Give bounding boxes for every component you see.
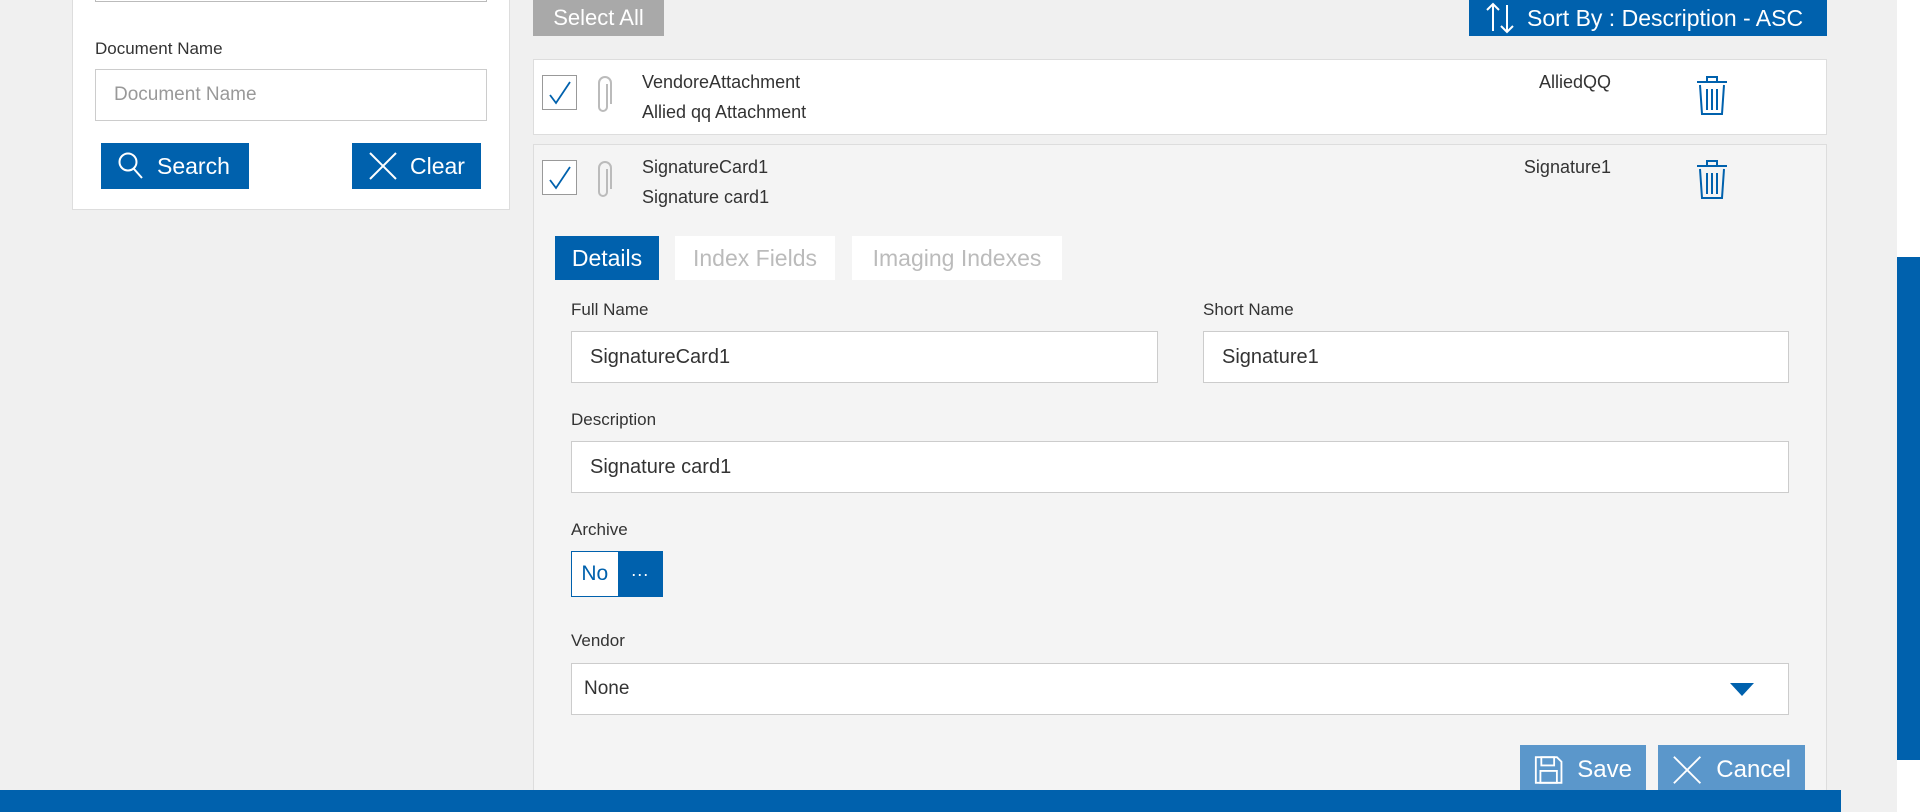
document-short-name: AlliedQQ — [1538, 72, 1611, 92]
scrollbar-thumb[interactable] — [1897, 257, 1920, 760]
sort-button[interactable]: Sort By : Description - ASC — [1469, 0, 1827, 36]
document-description: Signature card1 — [642, 187, 770, 207]
tab-imaging-indexes[interactable]: Imaging Indexes — [852, 236, 1062, 280]
short-name-input[interactable] — [1203, 331, 1789, 383]
archive-label: Archive — [571, 520, 628, 539]
save-button[interactable]: Save — [1520, 745, 1646, 795]
document-short-name: Signature1 — [1523, 157, 1611, 177]
row-checkbox[interactable] — [542, 75, 577, 110]
checkmark-icon — [548, 81, 571, 105]
document-row[interactable]: VendoreAttachment Allied qq Attachment A… — [533, 59, 1827, 135]
checkmark-icon — [548, 166, 571, 190]
row-checkbox[interactable] — [542, 160, 577, 195]
tab-index-fields[interactable]: Index Fields — [675, 236, 835, 280]
footer-bar — [0, 790, 1841, 812]
vendor-select[interactable]: None — [571, 663, 1789, 715]
save-button-label: Save — [1577, 756, 1632, 783]
search-button[interactable]: Search — [101, 143, 249, 189]
search-panel: Document Name Search Clear — [72, 0, 510, 210]
document-row-expanded: SignatureCard1 Signature card1 Signature… — [533, 144, 1827, 812]
clear-button-label: Clear — [410, 152, 465, 179]
x-icon — [1673, 756, 1702, 784]
clear-button[interactable]: Clear — [352, 143, 481, 189]
document-title: SignatureCard1 — [642, 157, 769, 177]
sort-button-label: Sort By : Description - ASC — [1527, 4, 1804, 31]
document-description: Allied qq Attachment — [642, 102, 807, 122]
description-label: Description — [571, 410, 657, 429]
paperclip-icon — [598, 76, 612, 112]
select-all-button[interactable]: Select All — [533, 0, 664, 36]
archive-more-button[interactable]: ··· — [617, 552, 662, 596]
full-name-input[interactable] — [571, 331, 1158, 383]
vendor-label: Vendor — [571, 631, 625, 650]
document-name-label: Document Name — [95, 39, 223, 58]
x-icon — [369, 152, 397, 180]
full-name-label: Full Name — [571, 300, 649, 319]
chevron-down-icon — [1730, 682, 1754, 696]
cancel-button-label: Cancel — [1716, 756, 1791, 783]
vendor-selected-value: None — [584, 678, 630, 699]
archive-value[interactable]: No — [572, 552, 618, 596]
trash-icon[interactable] — [1695, 76, 1729, 116]
short-name-label: Short Name — [1203, 300, 1294, 319]
trash-icon[interactable] — [1695, 160, 1729, 200]
tab-details[interactable]: Details — [555, 236, 659, 280]
previous-field-input[interactable] — [95, 0, 487, 2]
archive-toggle[interactable]: No ··· — [571, 551, 663, 597]
search-button-label: Search — [157, 152, 230, 179]
document-name-input[interactable] — [95, 69, 487, 121]
floppy-disk-icon — [1534, 756, 1563, 784]
cancel-button[interactable]: Cancel — [1658, 745, 1805, 795]
paperclip-icon — [598, 161, 612, 197]
magnifier-icon — [118, 152, 143, 179]
document-title: VendoreAttachment — [642, 72, 801, 92]
sort-arrows-icon — [1486, 2, 1514, 34]
description-input[interactable] — [571, 441, 1789, 493]
